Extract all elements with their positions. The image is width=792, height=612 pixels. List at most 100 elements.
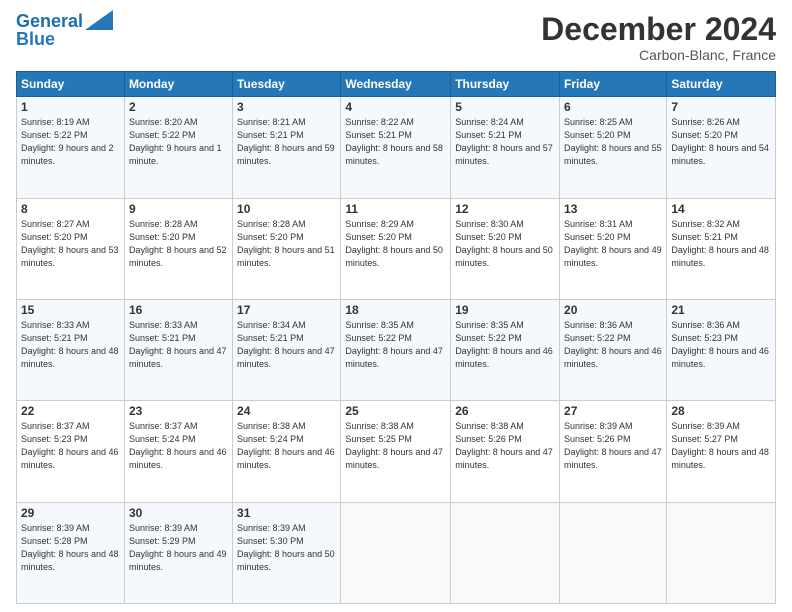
calendar-cell: 18 Sunrise: 8:35 AMSunset: 5:22 PMDayligh…: [341, 299, 451, 400]
day-number: 24: [237, 404, 336, 418]
day-info: Sunrise: 8:35 AMSunset: 5:22 PMDaylight:…: [345, 319, 446, 371]
day-number: 2: [129, 100, 228, 114]
logo-text-general: General: [16, 11, 83, 31]
day-number: 14: [671, 202, 771, 216]
calendar-week-row: 8 Sunrise: 8:27 AMSunset: 5:20 PMDaylight…: [17, 198, 776, 299]
calendar-week-row: 29 Sunrise: 8:39 AMSunset: 5:28 PMDayligh…: [17, 502, 776, 603]
day-number: 18: [345, 303, 446, 317]
day-number: 9: [129, 202, 228, 216]
weekday-header-sunday: Sunday: [17, 72, 125, 97]
title-block: December 2024 Carbon-Blanc, France: [541, 12, 776, 63]
calendar-cell: 1 Sunrise: 8:19 AMSunset: 5:22 PMDaylight…: [17, 97, 125, 198]
day-info: Sunrise: 8:31 AMSunset: 5:20 PMDaylight:…: [564, 218, 662, 270]
day-info: Sunrise: 8:33 AMSunset: 5:21 PMDaylight:…: [21, 319, 120, 371]
day-number: 17: [237, 303, 336, 317]
day-info: Sunrise: 8:39 AMSunset: 5:29 PMDaylight:…: [129, 522, 228, 574]
logo-text-blue: Blue: [16, 30, 55, 50]
day-number: 29: [21, 506, 120, 520]
weekday-header-tuesday: Tuesday: [233, 72, 341, 97]
day-info: Sunrise: 8:38 AMSunset: 5:26 PMDaylight:…: [455, 420, 555, 472]
calendar-cell: 13 Sunrise: 8:31 AMSunset: 5:20 PMDayligh…: [560, 198, 667, 299]
day-number: 26: [455, 404, 555, 418]
day-number: 5: [455, 100, 555, 114]
day-number: 11: [345, 202, 446, 216]
calendar-cell: 16 Sunrise: 8:33 AMSunset: 5:21 PMDayligh…: [124, 299, 232, 400]
calendar-cell: 6 Sunrise: 8:25 AMSunset: 5:20 PMDaylight…: [560, 97, 667, 198]
day-info: Sunrise: 8:22 AMSunset: 5:21 PMDaylight:…: [345, 116, 446, 168]
calendar-week-row: 1 Sunrise: 8:19 AMSunset: 5:22 PMDaylight…: [17, 97, 776, 198]
calendar-cell: 22 Sunrise: 8:37 AMSunset: 5:23 PMDayligh…: [17, 401, 125, 502]
calendar-cell: 21Sunrise: 8:36 AMSunset: 5:23 PMDayligh…: [667, 299, 776, 400]
calendar-cell: 10 Sunrise: 8:28 AMSunset: 5:20 PMDayligh…: [233, 198, 341, 299]
day-number: 22: [21, 404, 120, 418]
day-info: Sunrise: 8:36 AMSunset: 5:22 PMDaylight:…: [564, 319, 662, 371]
calendar-cell: 28Sunrise: 8:39 AMSunset: 5:27 PMDayligh…: [667, 401, 776, 502]
month-title: December 2024: [541, 12, 776, 47]
day-info: Sunrise: 8:36 AMSunset: 5:23 PMDaylight:…: [671, 319, 771, 371]
page: General Blue December 2024 Carbon-Blanc,…: [0, 0, 792, 612]
day-info: Sunrise: 8:27 AMSunset: 5:20 PMDaylight:…: [21, 218, 120, 270]
calendar-table: SundayMondayTuesdayWednesdayThursdayFrid…: [16, 71, 776, 604]
calendar-week-row: 22 Sunrise: 8:37 AMSunset: 5:23 PMDayligh…: [17, 401, 776, 502]
day-info: Sunrise: 8:30 AMSunset: 5:20 PMDaylight:…: [455, 218, 555, 270]
weekday-header-row: SundayMondayTuesdayWednesdayThursdayFrid…: [17, 72, 776, 97]
calendar-cell: [341, 502, 451, 603]
day-info: Sunrise: 8:33 AMSunset: 5:21 PMDaylight:…: [129, 319, 228, 371]
day-number: 6: [564, 100, 662, 114]
day-info: Sunrise: 8:21 AMSunset: 5:21 PMDaylight:…: [237, 116, 336, 168]
day-info: Sunrise: 8:26 AMSunset: 5:20 PMDaylight:…: [671, 116, 771, 168]
day-number: 23: [129, 404, 228, 418]
day-info: Sunrise: 8:24 AMSunset: 5:21 PMDaylight:…: [455, 116, 555, 168]
calendar-cell: [560, 502, 667, 603]
day-info: Sunrise: 8:39 AMSunset: 5:27 PMDaylight:…: [671, 420, 771, 472]
calendar-cell: 3 Sunrise: 8:21 AMSunset: 5:21 PMDaylight…: [233, 97, 341, 198]
day-number: 19: [455, 303, 555, 317]
weekday-header-thursday: Thursday: [451, 72, 560, 97]
location-subtitle: Carbon-Blanc, France: [541, 47, 776, 63]
calendar-week-row: 15Sunrise: 8:33 AMSunset: 5:21 PMDayligh…: [17, 299, 776, 400]
day-number: 3: [237, 100, 336, 114]
day-number: 27: [564, 404, 662, 418]
calendar-cell: [667, 502, 776, 603]
day-info: Sunrise: 8:25 AMSunset: 5:20 PMDaylight:…: [564, 116, 662, 168]
day-info: Sunrise: 8:19 AMSunset: 5:22 PMDaylight:…: [21, 116, 120, 168]
weekday-header-monday: Monday: [124, 72, 232, 97]
weekday-header-wednesday: Wednesday: [341, 72, 451, 97]
day-number: 25: [345, 404, 446, 418]
calendar-cell: 27Sunrise: 8:39 AMSunset: 5:26 PMDayligh…: [560, 401, 667, 502]
calendar-cell: 26 Sunrise: 8:38 AMSunset: 5:26 PMDayligh…: [451, 401, 560, 502]
day-number: 4: [345, 100, 446, 114]
day-number: 10: [237, 202, 336, 216]
day-number: 16: [129, 303, 228, 317]
day-info: Sunrise: 8:35 AMSunset: 5:22 PMDaylight:…: [455, 319, 555, 371]
day-info: Sunrise: 8:37 AMSunset: 5:24 PMDaylight:…: [129, 420, 228, 472]
calendar-cell: 17 Sunrise: 8:34 AMSunset: 5:21 PMDayligh…: [233, 299, 341, 400]
day-info: Sunrise: 8:34 AMSunset: 5:21 PMDaylight:…: [237, 319, 336, 371]
calendar-cell: 9Sunrise: 8:28 AMSunset: 5:20 PMDaylight…: [124, 198, 232, 299]
header: General Blue December 2024 Carbon-Blanc,…: [16, 12, 776, 63]
calendar-cell: 7 Sunrise: 8:26 AMSunset: 5:20 PMDaylight…: [667, 97, 776, 198]
calendar-cell: 30Sunrise: 8:39 AMSunset: 5:29 PMDayligh…: [124, 502, 232, 603]
day-info: Sunrise: 8:39 AMSunset: 5:28 PMDaylight:…: [21, 522, 120, 574]
day-number: 8: [21, 202, 120, 216]
calendar-cell: [451, 502, 560, 603]
calendar-cell: 11Sunrise: 8:29 AMSunset: 5:20 PMDayligh…: [341, 198, 451, 299]
day-info: Sunrise: 8:28 AMSunset: 5:20 PMDaylight:…: [237, 218, 336, 270]
day-number: 12: [455, 202, 555, 216]
calendar-cell: 12 Sunrise: 8:30 AMSunset: 5:20 PMDayligh…: [451, 198, 560, 299]
day-number: 1: [21, 100, 120, 114]
calendar-cell: 29 Sunrise: 8:39 AMSunset: 5:28 PMDayligh…: [17, 502, 125, 603]
calendar-cell: 8 Sunrise: 8:27 AMSunset: 5:20 PMDaylight…: [17, 198, 125, 299]
calendar-cell: 19 Sunrise: 8:35 AMSunset: 5:22 PMDayligh…: [451, 299, 560, 400]
day-number: 13: [564, 202, 662, 216]
weekday-header-saturday: Saturday: [667, 72, 776, 97]
calendar-cell: 2 Sunrise: 8:20 AMSunset: 5:22 PMDaylight…: [124, 97, 232, 198]
calendar-cell: 15Sunrise: 8:33 AMSunset: 5:21 PMDayligh…: [17, 299, 125, 400]
day-info: Sunrise: 8:20 AMSunset: 5:22 PMDaylight:…: [129, 116, 228, 168]
day-info: Sunrise: 8:38 AMSunset: 5:24 PMDaylight:…: [237, 420, 336, 472]
calendar-cell: 4 Sunrise: 8:22 AMSunset: 5:21 PMDaylight…: [341, 97, 451, 198]
calendar-cell: 24 Sunrise: 8:38 AMSunset: 5:24 PMDayligh…: [233, 401, 341, 502]
day-number: 7: [671, 100, 771, 114]
logo: General Blue: [16, 12, 113, 50]
day-info: Sunrise: 8:37 AMSunset: 5:23 PMDaylight:…: [21, 420, 120, 472]
